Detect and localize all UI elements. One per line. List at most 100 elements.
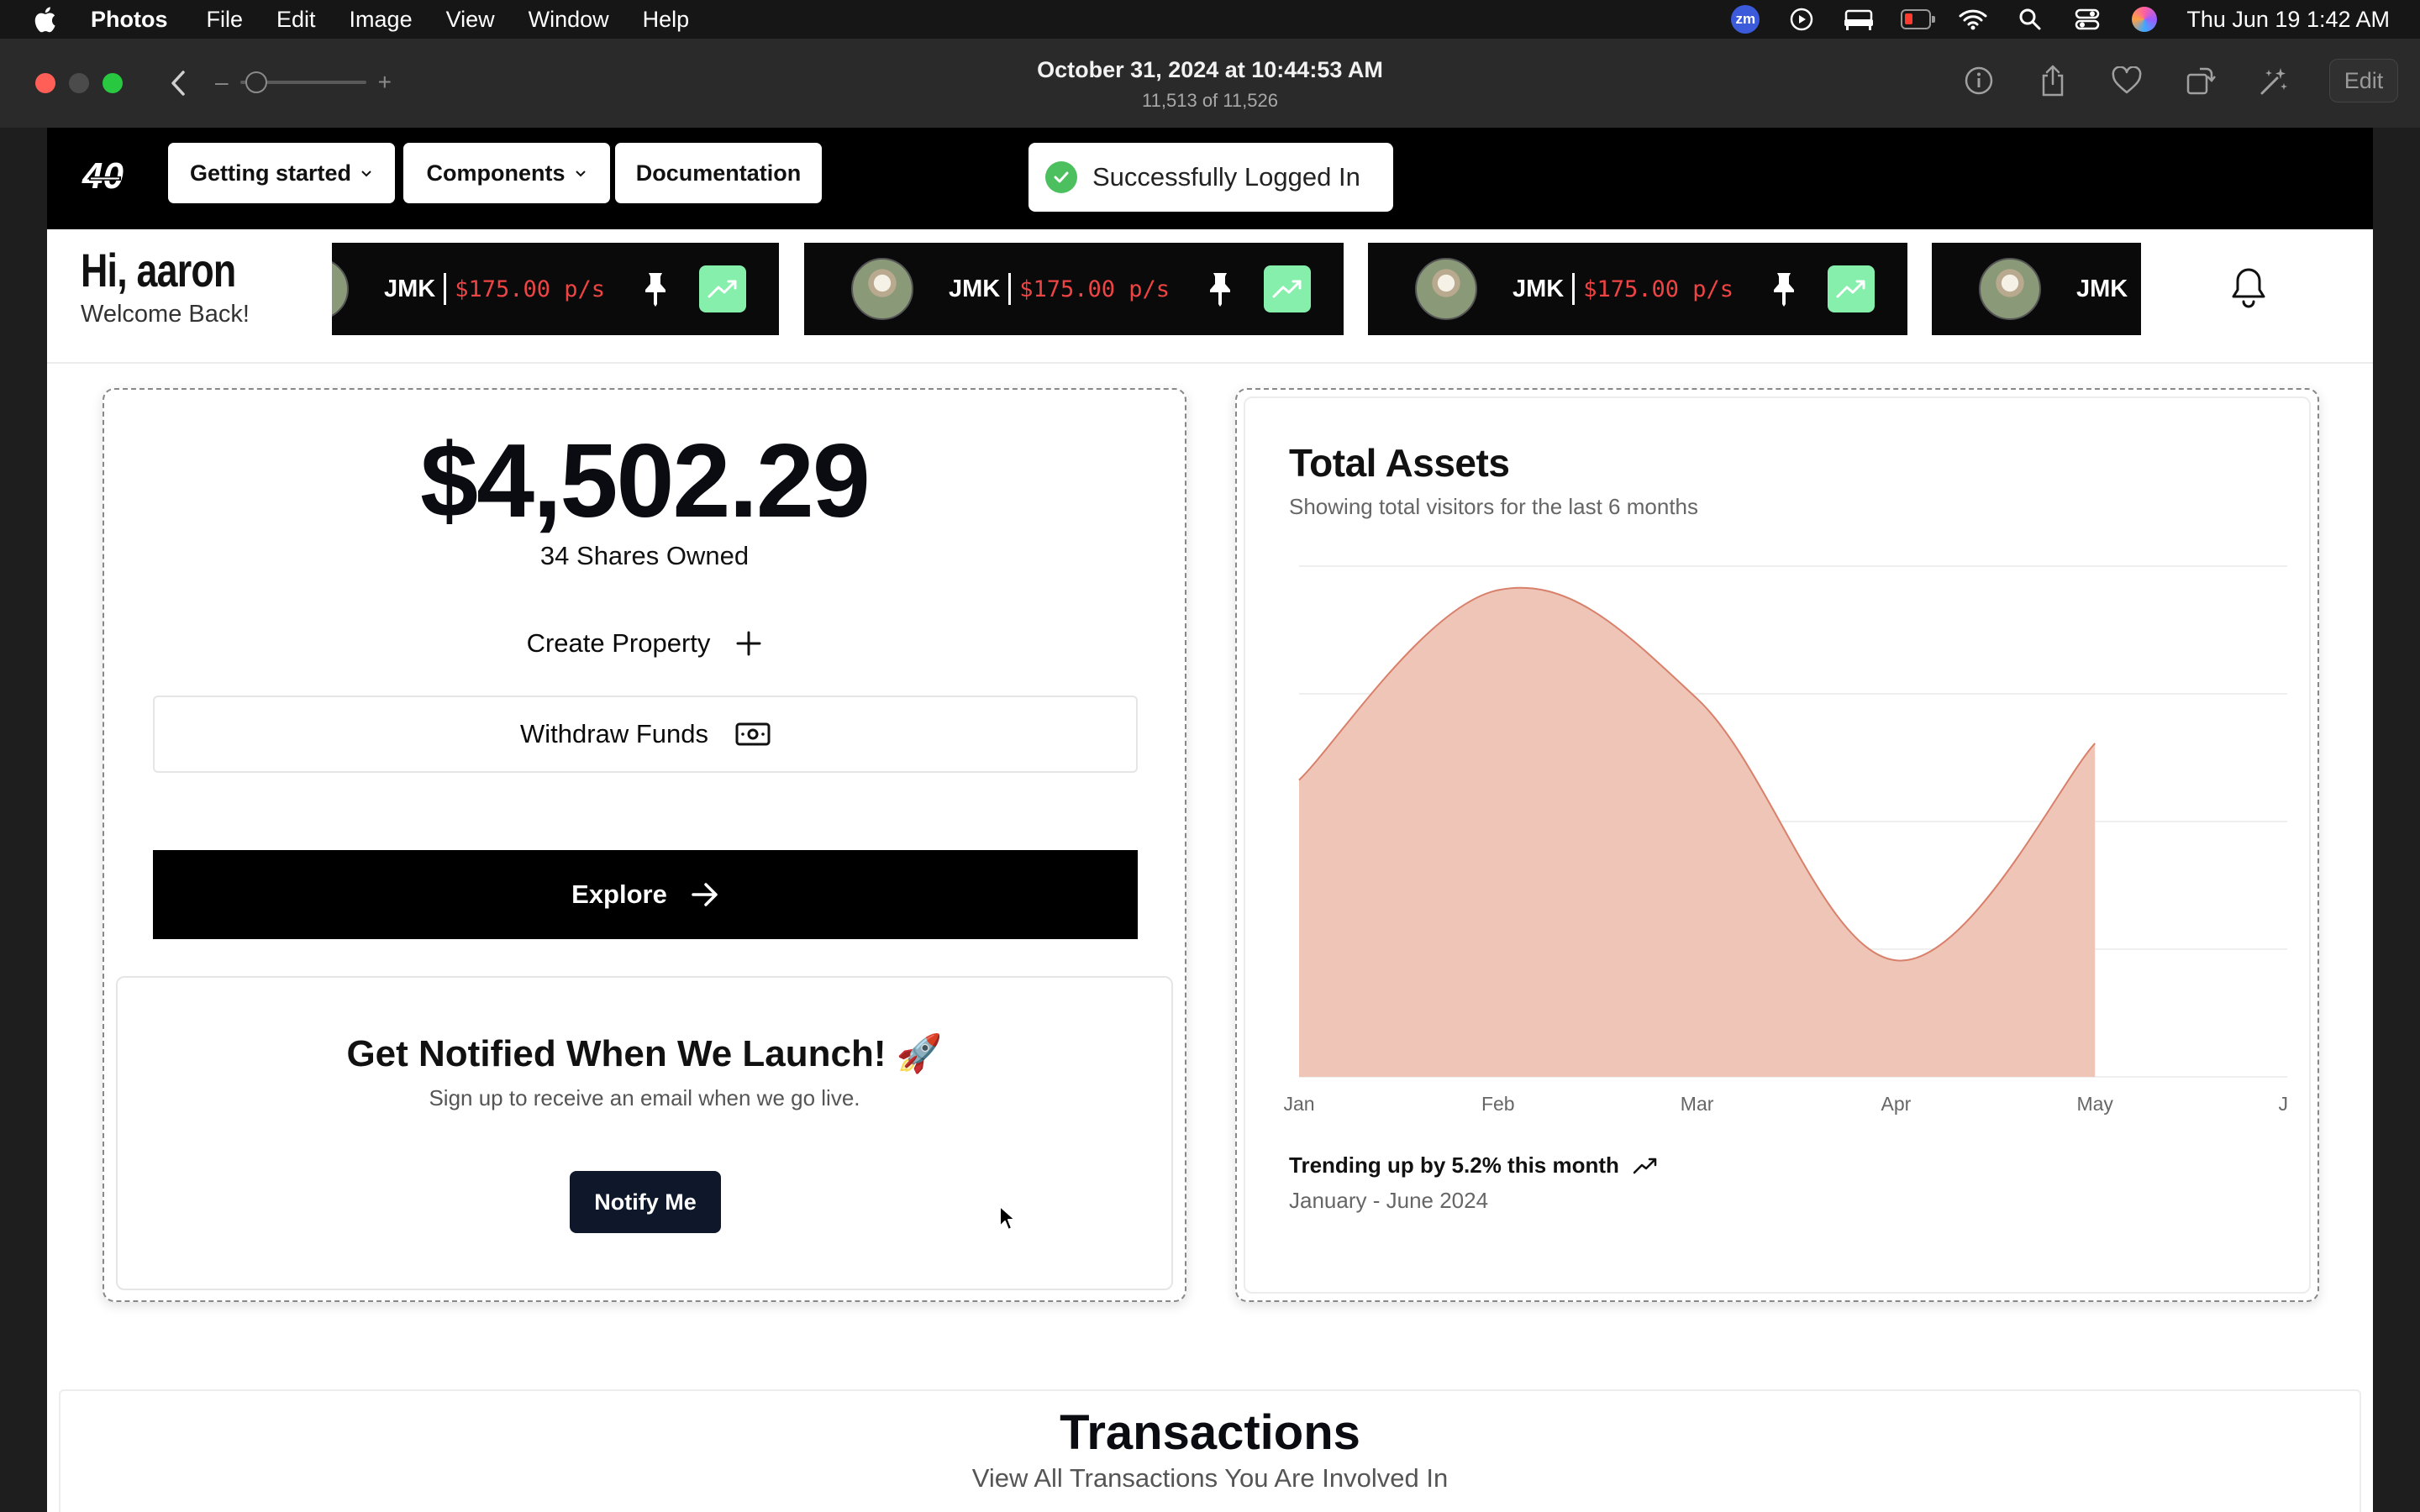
play-circle-icon[interactable] <box>1786 7 1817 32</box>
battery-icon[interactable] <box>1901 7 1936 32</box>
macos-menu-bar: Photos File Edit Image View Window Help … <box>0 0 2420 39</box>
create-property-button[interactable]: Create Property <box>104 628 1185 659</box>
notify-title: Get Notified When We Launch! 🚀 <box>346 1033 943 1074</box>
check-circle-icon <box>1045 161 1077 193</box>
info-icon[interactable] <box>1960 61 1998 100</box>
x-axis-tick-label: Jun <box>2278 1093 2287 1115</box>
login-toast[interactable]: Successfully Logged In <box>1028 143 1393 212</box>
ticker-price: $175.00 p/s <box>455 276 606 302</box>
menu-help[interactable]: Help <box>643 7 690 33</box>
edit-button[interactable]: Edit <box>2329 59 2398 102</box>
transactions-title: Transactions <box>1060 1405 1360 1460</box>
photos-toolbar: – + October 31, 2024 at 10:44:53 AM 11,5… <box>0 39 2420 128</box>
site-logo[interactable]: 40 <box>81 153 136 200</box>
trend-text: Trending up by 5.2% this month <box>1289 1152 1619 1178</box>
greeting-title: Hi, aaron <box>81 244 236 297</box>
menu-view[interactable]: View <box>446 7 495 33</box>
photo-count: 11,513 of 11,526 <box>1142 90 1278 111</box>
back-chevron-icon[interactable] <box>165 67 193 99</box>
trending-up-icon <box>708 280 737 298</box>
svg-text:40: 40 <box>82 155 124 197</box>
ticker-symbol: JMK <box>2076 275 2128 302</box>
explore-button[interactable]: Explore <box>153 850 1138 939</box>
zoom-slider[interactable]: – + <box>215 69 392 96</box>
menu-edit[interactable]: Edit <box>276 7 316 33</box>
ticker-price: $175.00 p/s <box>1583 276 1734 302</box>
wifi-icon[interactable] <box>1958 7 1988 32</box>
pin-icon[interactable] <box>1203 270 1237 307</box>
menu-window[interactable]: Window <box>529 7 609 33</box>
menu-image[interactable]: Image <box>350 7 413 33</box>
web-app: 40 Getting started Components Documentat… <box>47 128 2373 1512</box>
notification-bell-icon[interactable] <box>2227 265 2270 310</box>
transactions-section: Transactions View All Transactions You A… <box>59 1389 2361 1512</box>
getting-started-menu[interactable]: Getting started <box>168 143 395 203</box>
notify-subtitle: Sign up to receive an email when we go l… <box>429 1085 860 1110</box>
magic-wand-icon[interactable] <box>2255 61 2294 100</box>
menu-bar-clock[interactable]: Thu Jun 19 1:42 AM <box>2186 7 2390 33</box>
siri-icon[interactable] <box>2129 7 2160 32</box>
trend-summary: Trending up by 5.2% this month <box>1289 1152 1658 1179</box>
arrow-right-icon <box>692 883 718 906</box>
chart-subtitle: Showing total visitors for the last 6 mo… <box>1289 494 1699 519</box>
pin-icon[interactable] <box>1767 270 1801 307</box>
ticker-item[interactable]: JMK <box>1932 243 2141 335</box>
ticker-price: $175.00 p/s <box>1019 276 1171 302</box>
bed-icon[interactable] <box>1844 7 1874 32</box>
property-thumbnail <box>851 258 913 320</box>
property-thumbnail <box>1979 258 2041 320</box>
trending-up-badge[interactable] <box>699 265 747 312</box>
apple-menu-icon[interactable] <box>32 5 57 34</box>
zoom-in-icon[interactable]: + <box>378 69 392 96</box>
zoom-out-icon[interactable]: – <box>215 69 229 96</box>
property-ticker: JMK $175.00 p/s JMK $175.00 p/s JMK $175… <box>332 243 2155 335</box>
window-controls <box>35 73 123 93</box>
zoom-track[interactable] <box>239 71 366 93</box>
account-balance: $4,502.29 <box>420 423 871 539</box>
menu-file[interactable]: File <box>207 7 244 33</box>
documentation-label: Documentation <box>635 160 802 186</box>
zoom-app-icon[interactable]: zm <box>1731 5 1760 34</box>
minimize-window-button[interactable] <box>69 73 89 93</box>
close-window-button[interactable] <box>35 73 55 93</box>
components-menu[interactable]: Components <box>403 143 610 203</box>
chevron-down-icon <box>361 171 371 177</box>
fullscreen-window-button[interactable] <box>103 73 123 93</box>
total-assets-area-chart: Jan Feb Mar Apr May Jun <box>1283 565 2287 1115</box>
ticker-item[interactable]: JMK $175.00 p/s <box>332 243 779 335</box>
ticker-item[interactable]: JMK $175.00 p/s <box>1368 243 1907 335</box>
withdraw-funds-button[interactable]: Withdraw Funds <box>153 696 1138 773</box>
ticker-divider <box>1572 273 1576 305</box>
trending-up-icon <box>1836 280 1865 298</box>
x-axis-tick-label: May <box>2076 1093 2113 1115</box>
trending-up-badge[interactable] <box>1828 265 1876 312</box>
menu-app-photos[interactable]: Photos <box>91 7 168 33</box>
banknote-icon <box>735 722 771 746</box>
trending-up-icon <box>1272 280 1302 298</box>
portfolio-card: $4,502.29 34 Shares Owned Create Propert… <box>103 388 1186 1302</box>
date-range: January - June 2024 <box>1289 1188 1489 1213</box>
share-icon[interactable] <box>2033 61 2072 100</box>
zoom-thumb[interactable] <box>245 71 267 93</box>
total-assets-card: Total Assets Showing total visitors for … <box>1235 388 2319 1302</box>
favorite-heart-icon[interactable] <box>2107 61 2146 100</box>
pin-icon[interactable] <box>639 270 672 307</box>
photo-date: October 31, 2024 at 10:44:53 AM <box>1037 57 1383 82</box>
ticker-divider <box>1008 273 1012 305</box>
spotlight-search-icon[interactable] <box>2015 7 2045 32</box>
menu-bar-status-area: zm Thu Jun 19 1:42 AM <box>1731 0 2390 39</box>
control-center-icon[interactable] <box>2072 7 2102 32</box>
notify-me-button[interactable]: Notify Me <box>570 1171 721 1233</box>
chart-card-inner: Total Assets Showing total visitors for … <box>1244 396 2311 1294</box>
explore-label: Explore <box>571 879 667 909</box>
trending-up-badge[interactable] <box>1264 265 1312 312</box>
ticker-divider <box>444 273 447 305</box>
greeting-subtitle: Welcome Back! <box>81 301 250 328</box>
x-axis-tick-label: Feb <box>1481 1093 1515 1115</box>
ticker-item[interactable]: JMK $175.00 p/s <box>804 243 1344 335</box>
x-axis-tick-label: Jan <box>1283 1093 1314 1115</box>
rotate-icon[interactable] <box>2181 61 2220 100</box>
ticker-symbol: JMK <box>384 275 436 302</box>
getting-started-label: Getting started <box>189 160 352 186</box>
documentation-link[interactable]: Documentation <box>615 143 822 203</box>
